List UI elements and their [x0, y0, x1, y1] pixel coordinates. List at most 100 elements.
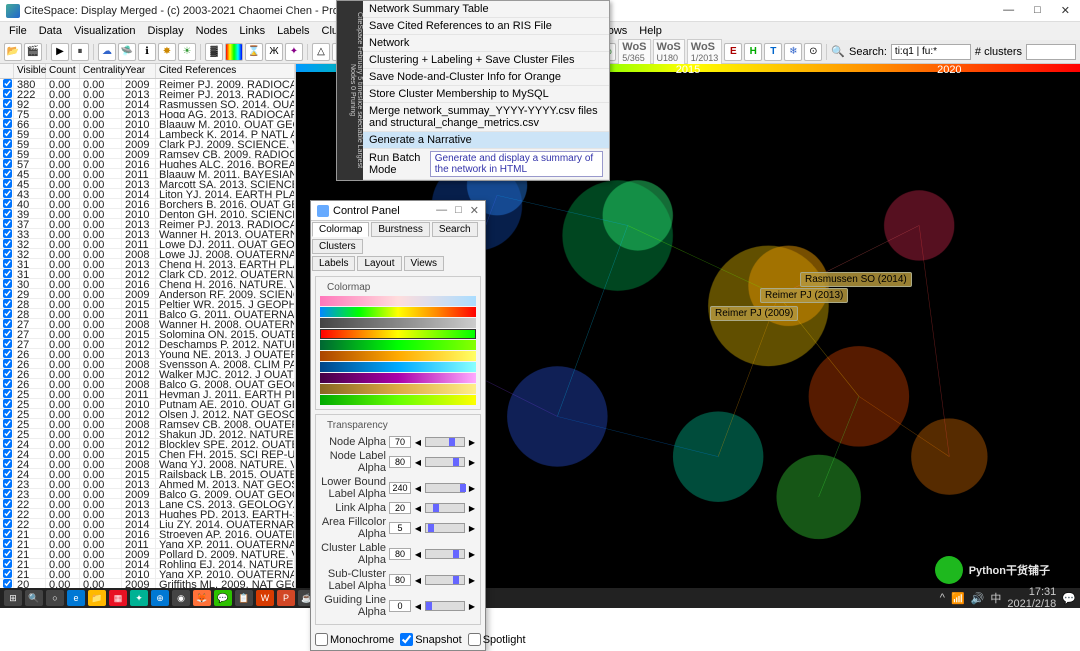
table-row[interactable]: 260.000.002012Walker MJC, 2012, J QUATER… — [0, 369, 295, 379]
colormap-swatches[interactable] — [320, 296, 476, 405]
table-row[interactable]: 290.000.002009Anderson RF, 2009, SCIENCE… — [0, 289, 295, 299]
row-visible-checkbox[interactable] — [3, 169, 12, 178]
menu-help[interactable]: Help — [634, 24, 667, 38]
row-visible-checkbox[interactable] — [3, 299, 12, 308]
search-icon[interactable]: 🔍 — [831, 45, 845, 58]
row-visible-checkbox[interactable] — [3, 409, 12, 418]
export-item[interactable]: Network Summary Table — [337, 1, 609, 18]
chrome-icon[interactable]: ◉ — [172, 590, 190, 606]
menu-visualization[interactable]: Visualization — [69, 24, 141, 38]
slider-node-alpha[interactable]: Node Alpha70◀▶ — [320, 436, 476, 448]
app2-icon[interactable]: ✦ — [130, 590, 148, 606]
row-visible-checkbox[interactable] — [3, 99, 12, 108]
table-row[interactable]: 210.000.002009Pollard D, 2009, NATURE, V… — [0, 549, 295, 559]
col-centrality[interactable]: Centrality — [80, 64, 122, 78]
export-item[interactable]: Network — [337, 35, 609, 52]
tray-net-icon[interactable]: 📶 — [951, 592, 965, 605]
col-count[interactable]: Count — [46, 64, 80, 78]
row-visible-checkbox[interactable] — [3, 79, 12, 88]
row-visible-checkbox[interactable] — [3, 359, 12, 368]
tray-notif-icon[interactable]: 💬 — [1062, 592, 1076, 605]
table-row[interactable]: 240.000.002012Blockley SPE, 2012, QUATER… — [0, 439, 295, 449]
slider-cluster-lable-alpha[interactable]: Cluster Lable Alpha80◀▶ — [320, 542, 476, 566]
row-visible-checkbox[interactable] — [3, 109, 12, 118]
app1-icon[interactable]: ▦ — [109, 590, 127, 606]
menu-display[interactable]: Display — [143, 24, 189, 38]
tool-tri-icon[interactable]: △ — [312, 43, 330, 61]
row-visible-checkbox[interactable] — [3, 229, 12, 238]
slider-lower-bound-label-alpha[interactable]: Lower Bound Label Alpha240◀▶ — [320, 476, 476, 500]
tool-open-icon[interactable]: 📂 — [4, 43, 22, 61]
clock-date[interactable]: 2021/2/18 — [1007, 598, 1056, 610]
app3-icon[interactable]: ⊕ — [151, 590, 169, 606]
export-item[interactable]: Run Batch ModeGenerate and display a sum… — [337, 149, 609, 180]
table-row[interactable]: 270.000.002012Deschamps P, 2012, NATURE,… — [0, 339, 295, 349]
tool-hourglass-icon[interactable]: ⌛ — [245, 43, 263, 61]
table-row[interactable]: 590.000.002009Ramsey CB, 2009, RADIOCARB… — [0, 149, 295, 159]
table-row[interactable]: 200.000.002009Griffiths ML, 2009, NAT GE… — [0, 579, 295, 588]
table-row[interactable]: 320.000.002008Lowe JJ, 2008, QUATERNARY … — [0, 249, 295, 259]
table-row[interactable]: 390.000.002010Denton GH, 2010, SCIENCE, … — [0, 209, 295, 219]
row-visible-checkbox[interactable] — [3, 249, 12, 258]
table-row[interactable]: 370.000.002013Reimer PJ, 2013, RADIOCARB… — [0, 219, 295, 229]
table-row[interactable]: 250.000.002012Olsen J, 2012, NAT GEOSCI,… — [0, 409, 295, 419]
table-row[interactable]: 280.000.002015Peltier WR, 2015, J GEOPHY… — [0, 299, 295, 309]
table-row[interactable]: 310.000.002013Cheng H, 2013, EARTH PLANE… — [0, 259, 295, 269]
menu-labels[interactable]: Labels — [272, 24, 314, 38]
tool-letter-T[interactable]: T — [764, 43, 782, 61]
panel-close-icon[interactable]: ✕ — [470, 204, 479, 217]
tab-burstness[interactable]: Burstness — [371, 222, 429, 237]
tool-grid-icon[interactable] — [225, 43, 243, 61]
row-visible-checkbox[interactable] — [3, 479, 12, 488]
table-row[interactable]: 660.000.002010Blaauw M, 2010, QUAT GEOCH… — [0, 119, 295, 129]
table-row[interactable]: 270.000.002008Wanner H, 2008, QUATERNARY… — [0, 319, 295, 329]
ppt-icon[interactable]: P — [277, 590, 295, 606]
table-row[interactable]: 3800.000.002009Reimer PJ, 2009, RADIOCAR… — [0, 79, 295, 89]
table-row[interactable]: 210.000.002016Stroeven AP, 2016, QUATERN… — [0, 529, 295, 539]
tool-pause-icon[interactable]: ⏸ — [71, 43, 89, 61]
row-visible-checkbox[interactable] — [3, 369, 12, 378]
node-label[interactable]: Rasmussen SO (2014) — [800, 272, 912, 287]
tool-ufo-icon[interactable]: 🛸 — [118, 43, 136, 61]
wos-tag[interactable]: WoSU180 — [653, 39, 685, 65]
row-visible-checkbox[interactable] — [3, 129, 12, 138]
table-row[interactable]: 920.000.002014Rasmussen SO, 2014, QUATE.… — [0, 99, 295, 109]
tool-shape-icon[interactable]: ✦ — [285, 43, 303, 61]
row-visible-checkbox[interactable] — [3, 429, 12, 438]
table-row[interactable]: 590.000.002014Lambeck K, 2014, P NATL AC… — [0, 129, 295, 139]
node-label[interactable]: Reimer PJ (2013) — [760, 288, 848, 303]
row-visible-checkbox[interactable] — [3, 259, 12, 268]
export-item[interactable]: Save Cited References to an RIS File — [337, 18, 609, 35]
table-row[interactable]: 210.000.002010Yang XP, 2010, QUATERNARY … — [0, 569, 295, 579]
search-task-icon[interactable]: 🔍 — [25, 590, 43, 606]
row-visible-checkbox[interactable] — [3, 539, 12, 548]
row-visible-checkbox[interactable] — [3, 519, 12, 528]
tray-up-icon[interactable]: ^ — [940, 592, 945, 604]
table-row[interactable]: 310.000.002012Clark CD, 2012, QUATERNARY… — [0, 269, 295, 279]
row-visible-checkbox[interactable] — [3, 339, 12, 348]
export-item[interactable]: Merge network_summay_YYYY-YYYY.csv files… — [337, 103, 609, 132]
minimize-button[interactable]: — — [999, 4, 1018, 17]
panel-max-icon[interactable]: □ — [455, 204, 462, 217]
table-row[interactable]: 570.000.002016Hughes ALC, 2016, BOREAS, … — [0, 159, 295, 169]
table-row[interactable]: 300.000.002016Cheng H, 2016, NATURE, V53… — [0, 279, 295, 289]
table-row[interactable]: 590.000.002009Clark PJ, 2009, SCIENCE, V… — [0, 139, 295, 149]
row-visible-checkbox[interactable] — [3, 319, 12, 328]
row-visible-checkbox[interactable] — [3, 119, 12, 128]
menu-nodes[interactable]: Nodes — [191, 24, 233, 38]
search-input[interactable] — [891, 44, 971, 60]
row-visible-checkbox[interactable] — [3, 499, 12, 508]
tab-search[interactable]: Search — [432, 222, 478, 237]
table-row[interactable]: 250.000.002011Heyman J, 2011, EARTH PLAN… — [0, 389, 295, 399]
tool-star-icon[interactable]: ✸ — [158, 43, 176, 61]
row-visible-checkbox[interactable] — [3, 199, 12, 208]
tool-pants-icon[interactable]: Ж — [265, 43, 283, 61]
app6-icon[interactable]: W — [256, 590, 274, 606]
export-item[interactable]: Store Cluster Membership to MySQL — [337, 86, 609, 103]
row-visible-checkbox[interactable] — [3, 489, 12, 498]
table-row[interactable]: 210.000.002011Yang XP, 2011, QUATERNARY … — [0, 539, 295, 549]
row-visible-checkbox[interactable] — [3, 379, 12, 388]
row-visible-checkbox[interactable] — [3, 559, 12, 568]
row-visible-checkbox[interactable] — [3, 449, 12, 458]
firefox-icon[interactable]: 🦊 — [193, 590, 211, 606]
